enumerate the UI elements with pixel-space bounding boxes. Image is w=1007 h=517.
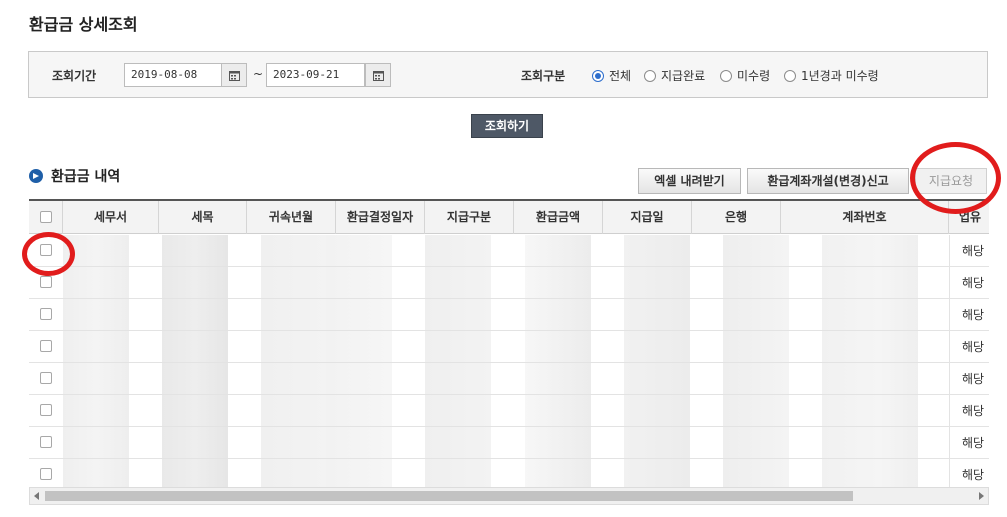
radio-all[interactable]: 전체 xyxy=(592,67,631,84)
section-title: 환급금 내역 xyxy=(29,166,120,186)
search-button[interactable]: 조회하기 xyxy=(471,114,543,138)
reason-cell: 해당 xyxy=(949,395,989,427)
scroll-right-icon[interactable] xyxy=(979,492,984,500)
start-calendar-button[interactable] xyxy=(221,63,247,87)
col-payment-type[interactable]: 지급구분 xyxy=(425,201,514,234)
date-separator: ~ xyxy=(253,67,264,81)
refund-table: 세무서 세목 귀속년월 환급결정일자 지급구분 환급금액 지급일 은행 계좌번호… xyxy=(29,199,989,487)
table-row[interactable]: 해당 xyxy=(29,299,989,331)
table-row[interactable]: 해당 xyxy=(29,331,989,363)
row-checkbox[interactable] xyxy=(40,372,52,384)
table-row[interactable]: 해당 xyxy=(29,459,989,487)
table-row[interactable]: 해당 xyxy=(29,363,989,395)
reason-cell: 해당 xyxy=(949,267,989,299)
annotation-circle xyxy=(910,142,1001,214)
col-amount[interactable]: 환급금액 xyxy=(514,201,603,234)
row-checkbox[interactable] xyxy=(40,340,52,352)
type-label: 조회구분 xyxy=(521,69,566,83)
table-row[interactable]: 해당 xyxy=(29,427,989,459)
radio-paid[interactable]: 지급완료 xyxy=(644,67,705,84)
reason-cell: 해당 xyxy=(949,459,989,487)
col-bank[interactable]: 은행 xyxy=(692,201,781,234)
scrollbar-thumb[interactable] xyxy=(45,491,853,501)
refund-account-report-button[interactable]: 환급계좌개설(변경)신고 xyxy=(747,168,909,194)
annotation-circle xyxy=(22,232,75,276)
arrow-circle-icon xyxy=(29,169,43,183)
table-header: 세무서 세목 귀속년월 환급결정일자 지급구분 환급금액 지급일 은행 계좌번호… xyxy=(29,201,989,234)
reason-cell: 해당 xyxy=(949,427,989,459)
col-period[interactable]: 귀속년월 xyxy=(247,201,336,234)
period-label: 조회기간 xyxy=(52,69,97,83)
excel-download-button[interactable]: 엑셀 내려받기 xyxy=(638,168,741,194)
radio-unclaimed-1yr[interactable]: 1년경과 미수령 xyxy=(784,67,879,84)
col-tax-office[interactable]: 세무서 xyxy=(63,201,159,234)
reason-cell: 해당 xyxy=(949,235,989,267)
radio-indicator[interactable] xyxy=(644,69,656,82)
scroll-left-icon[interactable] xyxy=(34,492,39,500)
col-payment-date[interactable]: 지급일 xyxy=(603,201,692,234)
radio-indicator[interactable] xyxy=(720,69,732,82)
calendar-icon xyxy=(373,71,384,81)
radio-indicator[interactable] xyxy=(592,69,604,82)
end-date-input[interactable]: 2023-09-21 xyxy=(266,63,365,87)
col-decision-date[interactable]: 환급결정일자 xyxy=(336,201,425,234)
end-calendar-button[interactable] xyxy=(365,63,391,87)
reason-cell: 해당 xyxy=(949,331,989,363)
reason-cell: 해당 xyxy=(949,299,989,331)
col-account-number[interactable]: 계좌번호 xyxy=(781,201,949,234)
search-panel: 조회기간 2019-08-08 ~ 2023-09-21 조회구분 전체 지급완… xyxy=(28,51,988,98)
radio-unclaimed[interactable]: 미수령 xyxy=(720,67,770,84)
horizontal-scrollbar[interactable] xyxy=(29,487,989,505)
start-date-input[interactable]: 2019-08-08 xyxy=(124,63,222,87)
row-checkbox[interactable] xyxy=(40,276,52,288)
radio-indicator[interactable] xyxy=(784,69,796,82)
table-row[interactable]: 해당 xyxy=(29,235,989,267)
row-checkbox[interactable] xyxy=(40,436,52,448)
row-checkbox[interactable] xyxy=(40,468,52,480)
table-row[interactable]: 해당 xyxy=(29,395,989,427)
reason-cell: 해당 xyxy=(949,363,989,395)
col-tax-item[interactable]: 세목 xyxy=(159,201,247,234)
page-title: 환급금 상세조회 xyxy=(29,15,138,34)
select-all-cell xyxy=(29,201,63,234)
select-all-checkbox[interactable] xyxy=(40,211,52,223)
row-checkbox[interactable] xyxy=(40,308,52,320)
calendar-icon xyxy=(229,71,240,81)
row-checkbox[interactable] xyxy=(40,404,52,416)
table-row[interactable]: 해당 xyxy=(29,267,989,299)
